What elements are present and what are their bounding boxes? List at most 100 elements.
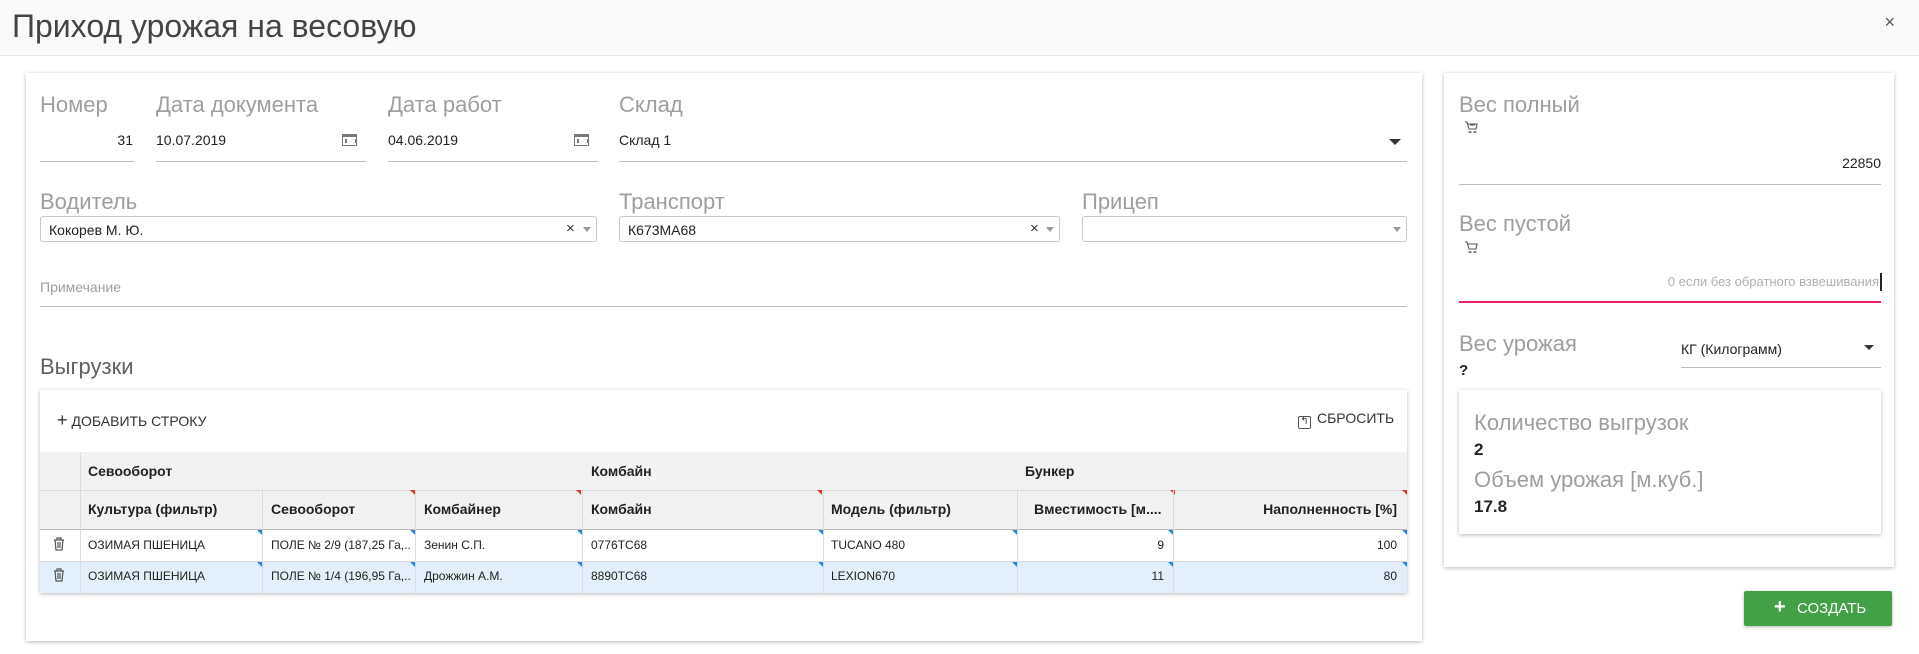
- transport-select[interactable]: К673МА68 ×: [619, 216, 1060, 242]
- cell-model[interactable]: LEXION670: [831, 569, 1011, 583]
- column-header-capacity[interactable]: Вместимость [м....: [1034, 501, 1170, 517]
- grid-column-divider: [262, 490, 263, 593]
- driver-label: Водитель: [40, 189, 138, 214]
- cell-model[interactable]: TUCANO 480: [831, 538, 1011, 552]
- cell-operator[interactable]: Дрожжин А.М.: [424, 569, 574, 583]
- grid-column-divider: [1173, 490, 1174, 593]
- grid-column-divider: [582, 490, 583, 593]
- cell-culture[interactable]: ОЗИМАЯ ПШЕНИЦА: [88, 569, 258, 583]
- driver-value: Кокорев М. Ю.: [49, 222, 144, 238]
- clear-icon[interactable]: ×: [1030, 220, 1039, 237]
- chevron-down-icon[interactable]: [1046, 227, 1054, 232]
- cell-operator[interactable]: Зенин С.П.: [424, 538, 574, 552]
- required-marker: [1402, 490, 1407, 495]
- cell-rotation[interactable]: ПОЛЕ № 1/4 (196,95 Га,...: [271, 569, 411, 583]
- grid-column-divider: [1017, 490, 1018, 593]
- empty-weight-input[interactable]: 0 если без обратного взвешивания: [1459, 274, 1879, 289]
- full-weight-underline: [1459, 184, 1881, 185]
- column-header-model[interactable]: Модель (фильтр): [831, 501, 951, 517]
- empty-weight-underline-focused: [1459, 301, 1881, 303]
- number-input[interactable]: 31: [40, 132, 133, 148]
- editable-marker: [818, 530, 823, 535]
- unload-count-value: 2: [1474, 440, 1484, 459]
- calendar-icon[interactable]: [342, 134, 357, 146]
- editable-marker: [577, 562, 582, 567]
- cell-combine[interactable]: 8890ТС68: [591, 569, 811, 583]
- editable-marker: [1012, 530, 1017, 535]
- doc-date-label: Дата документа: [156, 92, 319, 117]
- editable-marker: [818, 562, 823, 567]
- group-header-rotation: Севооборот: [88, 463, 173, 479]
- unloads-title: Выгрузки: [40, 354, 134, 379]
- editable-marker: [1402, 562, 1407, 567]
- cell-fill[interactable]: 80: [1176, 569, 1397, 583]
- note-input[interactable]: Примечание: [40, 279, 121, 295]
- column-header-operator[interactable]: Комбайнер: [424, 501, 501, 517]
- cell-capacity[interactable]: 9: [1020, 538, 1164, 552]
- reset-icon: ↰: [1298, 416, 1311, 429]
- doc-date-input[interactable]: 10.07.2019: [156, 132, 226, 148]
- doc-date-underline: [156, 161, 366, 162]
- full-weight-input[interactable]: 22850: [1459, 155, 1881, 171]
- cell-fill[interactable]: 100: [1176, 538, 1397, 552]
- empty-weight-label: Вес пустой: [1459, 211, 1572, 236]
- grid-divider: [40, 529, 1407, 530]
- editable-marker: [257, 562, 262, 567]
- loaded-cart-icon: [1465, 121, 1478, 133]
- transport-value: К673МА68: [628, 222, 697, 238]
- calendar-icon[interactable]: [574, 134, 589, 146]
- warehouse-underline: [619, 161, 1407, 162]
- column-header-fill[interactable]: Наполненность [%]: [1175, 501, 1397, 517]
- work-date-underline: [388, 161, 598, 162]
- driver-select[interactable]: Кокорев М. Ю. ×: [40, 216, 597, 242]
- harvest-volume-value: 17.8: [1474, 497, 1508, 516]
- required-marker: [817, 490, 822, 495]
- editable-marker: [410, 562, 415, 567]
- cell-capacity[interactable]: 11: [1020, 569, 1164, 583]
- chevron-down-icon[interactable]: [1864, 345, 1874, 350]
- unit-select[interactable]: КГ (Килограмм): [1681, 341, 1782, 357]
- group-header-bunker: Бункер: [1025, 463, 1075, 479]
- column-header-combine[interactable]: Комбайн: [591, 501, 652, 517]
- close-icon[interactable]: ×: [1884, 12, 1895, 33]
- add-row-button[interactable]: + ДОБАВИТЬ СТРОКУ: [57, 410, 206, 431]
- reset-label: СБРОСИТЬ: [1317, 410, 1395, 426]
- trash-icon[interactable]: [53, 537, 65, 551]
- cell-culture[interactable]: ОЗИМАЯ ПШЕНИЦА: [88, 538, 258, 552]
- chevron-down-icon[interactable]: [1393, 227, 1401, 232]
- add-row-label: ДОБАВИТЬ СТРОКУ: [71, 413, 207, 429]
- work-date-input[interactable]: 04.06.2019: [388, 132, 458, 148]
- note-underline: [40, 306, 1407, 307]
- plus-icon: +: [1774, 596, 1786, 618]
- harvest-weight-label: Вес урожая: [1459, 331, 1577, 356]
- grid-column-divider: [823, 490, 824, 593]
- trailer-select[interactable]: [1082, 216, 1407, 242]
- dialog-title: Приход урожая на весовую: [12, 8, 417, 44]
- grid-divider: [40, 490, 1407, 491]
- column-header-rotation[interactable]: Севооборот: [271, 501, 355, 517]
- warehouse-select[interactable]: Склад 1: [619, 132, 671, 148]
- trailer-label: Прицеп: [1082, 189, 1159, 214]
- column-header-culture[interactable]: Культура (фильтр): [88, 501, 217, 517]
- harvest-volume-label: Объем урожая [м.куб.]: [1474, 467, 1704, 492]
- editable-marker: [577, 530, 582, 535]
- number-underline: [40, 161, 134, 162]
- cell-rotation[interactable]: ПОЛЕ № 2/9 (187,25 Га,...: [271, 538, 411, 552]
- editable-marker: [1168, 562, 1173, 567]
- reset-button[interactable]: ↰ СБРОСИТЬ: [1298, 410, 1394, 429]
- trash-icon[interactable]: [53, 568, 65, 582]
- create-button[interactable]: + СОЗДАТЬ: [1744, 591, 1892, 626]
- cell-combine[interactable]: 0776ТС68: [591, 538, 811, 552]
- editable-marker: [257, 530, 262, 535]
- editable-marker: [1012, 562, 1017, 567]
- grid-group-header: [40, 452, 1407, 490]
- clear-icon[interactable]: ×: [566, 220, 575, 237]
- editable-marker: [1168, 530, 1173, 535]
- chevron-down-icon[interactable]: [1389, 139, 1401, 145]
- editable-marker: [410, 530, 415, 535]
- empty-cart-icon: [1465, 241, 1478, 253]
- create-button-label: СОЗДАТЬ: [1797, 600, 1867, 617]
- unload-count-label: Количество выгрузок: [1474, 410, 1689, 435]
- unit-underline: [1681, 367, 1881, 368]
- chevron-down-icon[interactable]: [583, 227, 591, 232]
